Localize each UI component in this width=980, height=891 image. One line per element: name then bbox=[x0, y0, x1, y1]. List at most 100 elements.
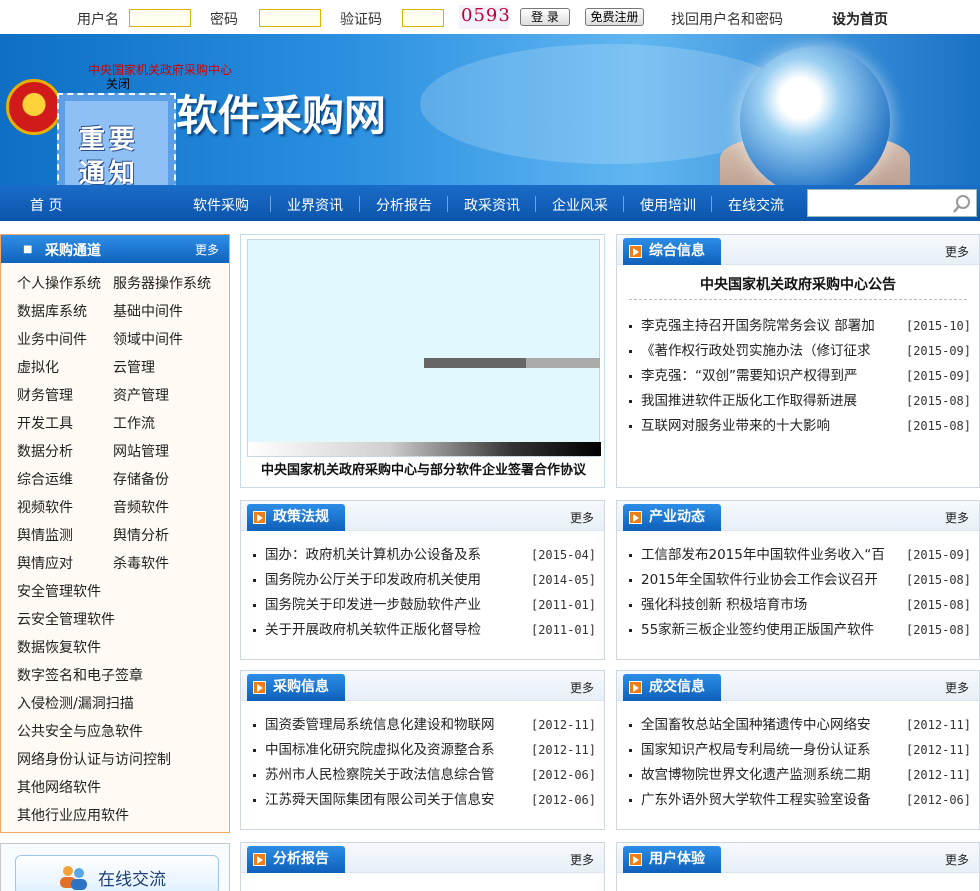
category-link[interactable]: 业务中间件 bbox=[17, 329, 87, 349]
nav-procurement-news[interactable]: 政采资讯 bbox=[464, 195, 520, 215]
category-link[interactable]: 数据恢复软件 bbox=[17, 637, 101, 657]
panel-more-link[interactable]: 更多 bbox=[570, 509, 594, 526]
list-item[interactable]: 故宫博物院世界文化遗产监测系统二期 [2012-11] bbox=[629, 763, 971, 788]
category-link[interactable]: 数据库系统 bbox=[17, 301, 87, 321]
news-title-link[interactable]: 李克强：“双创”需要知识产权得到严 bbox=[641, 364, 887, 389]
category-link[interactable]: 领域中间件 bbox=[113, 329, 183, 349]
search-input[interactable] bbox=[807, 189, 977, 217]
slide-caption[interactable]: 中央国家机关政府采购中心与部分软件企业签署合作协议 bbox=[241, 459, 606, 478]
news-title-link[interactable]: 互联网对服务业带来的十大影响 bbox=[641, 414, 887, 439]
category-link[interactable]: 工作流 bbox=[113, 413, 155, 433]
captcha-input[interactable] bbox=[402, 9, 444, 27]
list-item[interactable]: 关于开展政府机关软件正版化督导检 [2011-01] bbox=[253, 618, 596, 643]
category-link[interactable]: 云管理 bbox=[113, 357, 155, 377]
list-item[interactable]: 李克强主持召开国务院常务会议 部署加 [2015-10] bbox=[629, 314, 971, 339]
panel-tab[interactable]: 综合信息 bbox=[623, 238, 721, 265]
category-link[interactable]: 财务管理 bbox=[17, 385, 73, 405]
news-title-link[interactable]: 国办：政府机关计算机办公设备及系 bbox=[265, 543, 491, 568]
list-item[interactable]: 国务院关于印发进一步鼓励软件产业 [2011-01] bbox=[253, 593, 596, 618]
category-link[interactable]: 开发工具 bbox=[17, 413, 73, 433]
news-title-link[interactable]: 工信部发布2015年中国软件业务收入“百 bbox=[641, 543, 887, 568]
slide-indicator-active[interactable] bbox=[424, 358, 526, 368]
category-link[interactable]: 基础中间件 bbox=[113, 301, 183, 321]
news-title-link[interactable]: 江苏舜天国际集团有限公司关于信息安 bbox=[265, 788, 505, 813]
panel-more-link[interactable]: 更多 bbox=[945, 509, 969, 526]
category-link[interactable]: 网络身份认证与访问控制 bbox=[17, 749, 171, 769]
notice-heading-link[interactable]: 中央国家机关政府采购中心公告 bbox=[617, 274, 979, 294]
channel-more-link[interactable]: 更多 bbox=[195, 241, 219, 258]
category-link[interactable]: 音频软件 bbox=[113, 497, 169, 517]
panel-tab[interactable]: 成交信息 bbox=[623, 674, 721, 701]
panel-tab[interactable]: 用户体验 bbox=[623, 846, 721, 873]
panel-tab[interactable]: 采购信息 bbox=[247, 674, 345, 701]
list-item[interactable]: 我国推进软件正版化工作取得新进展 [2015-08] bbox=[629, 389, 971, 414]
nav-online-chat[interactable]: 在线交流 bbox=[728, 195, 784, 215]
news-slideshow[interactable]: 中央国家机关政府采购中心与部分软件企业签署合作协议 bbox=[240, 234, 605, 488]
category-link[interactable]: 云安全管理软件 bbox=[17, 609, 115, 629]
nav-software-procurement[interactable]: 软件采购 bbox=[193, 195, 249, 215]
category-link[interactable]: 虚拟化 bbox=[17, 357, 59, 377]
list-item[interactable]: 李克强：“双创”需要知识产权得到严 [2015-09] bbox=[629, 364, 971, 389]
category-link[interactable]: 公共安全与应急软件 bbox=[17, 721, 143, 741]
news-title-link[interactable]: 中国标准化研究院虚拟化及资源整合系 bbox=[265, 738, 505, 763]
news-title-link[interactable]: 国资委管理局系统信息化建设和物联网 bbox=[265, 713, 505, 738]
nav-industry-news[interactable]: 业界资讯 bbox=[287, 195, 343, 215]
category-link[interactable]: 数字签名和电子签章 bbox=[17, 665, 143, 685]
slide-indicator[interactable] bbox=[526, 358, 600, 368]
news-title-link[interactable]: 关于开展政府机关软件正版化督导检 bbox=[265, 618, 491, 643]
panel-tab[interactable]: 政策法规 bbox=[247, 504, 345, 531]
recover-account-link[interactable]: 找回用户名和密码 bbox=[671, 9, 783, 29]
category-link[interactable]: 舆情应对 bbox=[17, 553, 73, 573]
category-link[interactable]: 存储备份 bbox=[113, 469, 169, 489]
panel-more-link[interactable]: 更多 bbox=[570, 851, 594, 868]
news-title-link[interactable]: 国家知识产权局专利局统一身份认证系 bbox=[641, 738, 881, 763]
list-item[interactable]: 55家新三板企业签约使用正版国产软件 [2015-08] bbox=[629, 618, 971, 643]
list-item[interactable]: 中国标准化研究院虚拟化及资源整合系 [2012-11] bbox=[253, 738, 596, 763]
nav-enterprise[interactable]: 企业风采 bbox=[552, 195, 608, 215]
nav-analysis-reports[interactable]: 分析报告 bbox=[376, 195, 432, 215]
set-homepage-link[interactable]: 设为首页 bbox=[832, 9, 888, 29]
news-title-link[interactable]: 故宫博物院世界文化遗产监测系统二期 bbox=[641, 763, 881, 788]
slide-image[interactable] bbox=[247, 239, 601, 457]
category-link[interactable]: 入侵检测/漏洞扫描 bbox=[17, 693, 134, 713]
list-item[interactable]: 国办：政府机关计算机办公设备及系 [2015-04] bbox=[253, 543, 596, 568]
news-title-link[interactable]: 全国畜牧总站全国种猪遗传中心网络安 bbox=[641, 713, 881, 738]
category-link[interactable]: 服务器操作系统 bbox=[113, 273, 211, 293]
news-title-link[interactable]: 55家新三板企业签约使用正版国产软件 bbox=[641, 618, 887, 643]
panel-more-link[interactable]: 更多 bbox=[945, 679, 969, 696]
list-item[interactable]: 互联网对服务业带来的十大影响 [2015-08] bbox=[629, 414, 971, 439]
news-title-link[interactable]: 苏州市人民检察院关于政法信息综合管 bbox=[265, 763, 505, 788]
category-link[interactable]: 安全管理软件 bbox=[17, 581, 101, 601]
username-input[interactable] bbox=[129, 9, 191, 27]
online-chat-button[interactable]: 在线交流 bbox=[15, 855, 219, 891]
news-title-link[interactable]: 《著作权行政处罚实施办法（修订征求 bbox=[641, 339, 887, 364]
panel-more-link[interactable]: 更多 bbox=[945, 243, 969, 260]
category-link[interactable]: 数据分析 bbox=[17, 441, 73, 461]
list-item[interactable]: 国资委管理局系统信息化建设和物联网 [2012-11] bbox=[253, 713, 596, 738]
password-input[interactable] bbox=[259, 9, 321, 27]
list-item[interactable]: 强化科技创新 积极培育市场 [2015-08] bbox=[629, 593, 971, 618]
panel-tab[interactable]: 分析报告 bbox=[247, 846, 345, 873]
category-link[interactable]: 其他行业应用软件 bbox=[17, 805, 129, 825]
list-item[interactable]: 广东外语外贸大学软件工程实验室设备 [2012-06] bbox=[629, 788, 971, 813]
list-item[interactable]: 苏州市人民检察院关于政法信息综合管 [2012-06] bbox=[253, 763, 596, 788]
panel-more-link[interactable]: 更多 bbox=[570, 679, 594, 696]
list-item[interactable]: 《著作权行政处罚实施办法（修订征求 [2015-09] bbox=[629, 339, 971, 364]
news-title-link[interactable]: 国务院关于印发进一步鼓励软件产业 bbox=[265, 593, 491, 618]
notice-close-link[interactable]: 关闭 bbox=[106, 75, 130, 92]
list-item[interactable]: 江苏舜天国际集团有限公司关于信息安 [2012-06] bbox=[253, 788, 596, 813]
category-link[interactable]: 舆情监测 bbox=[17, 525, 73, 545]
list-item[interactable]: 国家知识产权局专利局统一身份认证系 [2012-11] bbox=[629, 738, 971, 763]
news-title-link[interactable]: 国务院办公厅关于印发政府机关使用 bbox=[265, 568, 491, 593]
news-title-link[interactable]: 2015年全国软件行业协会工作会议召开 bbox=[641, 568, 887, 593]
list-item[interactable]: 工信部发布2015年中国软件业务收入“百 [2015-09] bbox=[629, 543, 971, 568]
search-icon[interactable] bbox=[952, 194, 972, 214]
nav-training[interactable]: 使用培训 bbox=[640, 195, 696, 215]
panel-more-link[interactable]: 更多 bbox=[945, 851, 969, 868]
category-link[interactable]: 杀毒软件 bbox=[113, 553, 169, 573]
nav-home[interactable]: 首 页 bbox=[30, 195, 62, 215]
news-title-link[interactable]: 李克强主持召开国务院常务会议 部署加 bbox=[641, 314, 887, 339]
category-link[interactable]: 网站管理 bbox=[113, 441, 169, 461]
panel-tab[interactable]: 产业动态 bbox=[623, 504, 721, 531]
list-item[interactable]: 2015年全国软件行业协会工作会议召开 [2015-08] bbox=[629, 568, 971, 593]
